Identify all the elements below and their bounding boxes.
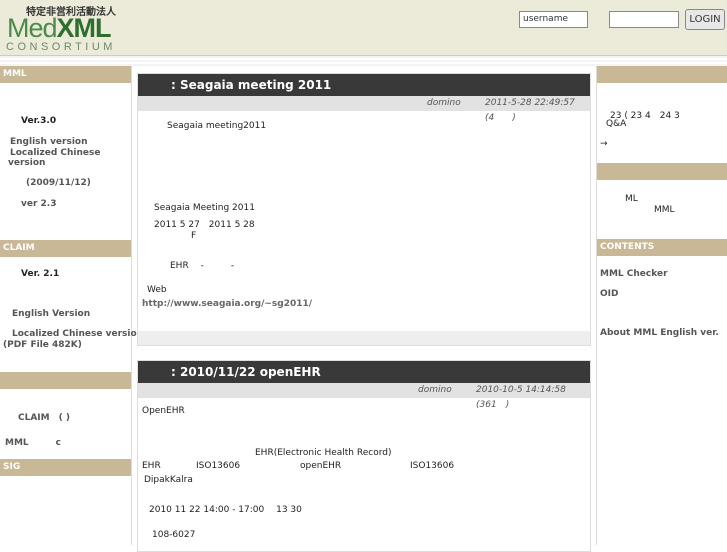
article-line: Web: [147, 285, 167, 295]
claim-pdf-size: (PDF File 482K): [3, 340, 82, 350]
sig-section-header: SIG: [0, 459, 131, 476]
article-line: DipakKalra: [144, 475, 193, 485]
article-date: 2010-10-5 14:14:58 (361 ): [476, 385, 566, 410]
mml-chinese-link[interactable]: Localized Chinese version: [8, 148, 123, 168]
article-footer: [138, 331, 590, 345]
claim-faq-link[interactable]: CLAIM ( ): [18, 410, 70, 423]
more-arrow-icon[interactable]: →: [600, 139, 608, 149]
mml-ver30-link[interactable]: Ver.3.0: [21, 116, 56, 126]
mml-checker-link[interactable]: MML Checker: [600, 269, 668, 279]
article-line: 2011 5 27 2011 5 28: [154, 220, 255, 230]
article-line: ISO13606: [410, 461, 455, 471]
logo-wordmark: MedXML: [7, 13, 112, 43]
ml-section-header: [597, 163, 727, 180]
mml-c-link[interactable]: MML c: [5, 435, 61, 448]
article-author[interactable]: domino: [418, 383, 452, 398]
login-button[interactable]: LOGIN: [685, 9, 725, 30]
news-section-header: [597, 66, 727, 83]
header-stripe: [0, 56, 727, 66]
article-line: F: [191, 231, 197, 241]
article-seagaia: : Seagaia meeting 2011 domino 2011-5-28 …: [137, 73, 591, 346]
article-openehr: : 2010/11/22 openEHR domino 2010-10-5 14…: [137, 360, 591, 552]
article-line: 2010 11 22 14:00 - 17:00 13 30: [149, 505, 302, 515]
article-line: 108-6027: [152, 530, 196, 540]
seagaia-url-link[interactable]: http://www.seagaia.org/~sg2011/: [142, 299, 312, 309]
about-mml-english-link[interactable]: About MML English ver.: [600, 328, 719, 338]
medxml-logo[interactable]: 特定非営利活動法人 MedXML CONSORTIUM: [4, 2, 139, 54]
ml-link[interactable]: ML: [625, 194, 638, 204]
password-input[interactable]: [609, 11, 679, 28]
article-meta: domino 2010-10-5 14:14:58 (361 ): [138, 383, 590, 410]
article-title[interactable]: : Seagaia meeting 2011: [138, 74, 590, 96]
article-line: ISO13606: [196, 461, 241, 471]
claim-ver21-link[interactable]: Ver. 2.1: [21, 269, 59, 279]
article-title[interactable]: : 2010/11/22 openEHR: [138, 361, 590, 383]
oid-link[interactable]: OID: [600, 289, 618, 299]
site-header: 特定非営利活動法人 MedXML CONSORTIUM username LOG…: [0, 0, 727, 56]
username-input[interactable]: username: [519, 11, 588, 28]
claim-english-link[interactable]: English Version: [12, 309, 90, 319]
mml-date: (2009/11/12): [26, 178, 91, 188]
article-date: 2011-5-28 22:49:57 (4 ): [485, 98, 575, 123]
mml-ver23-link[interactable]: ver 2.3: [21, 199, 57, 209]
left-sidebar: MML Ver.3.0 English version Localized Ch…: [0, 66, 143, 545]
claim-section-header: CLAIM: [0, 240, 131, 257]
article-line: EHR - -: [170, 261, 235, 271]
mml-english-link[interactable]: English version: [10, 137, 88, 147]
article-line: Seagaia meeting2011: [167, 121, 267, 131]
qa-link[interactable]: Q&A: [606, 119, 626, 129]
mml-link[interactable]: MML: [654, 205, 675, 215]
article-line: openEHR: [300, 461, 342, 471]
article-author[interactable]: domino: [427, 96, 461, 111]
contents-section-header: CONTENTS: [597, 239, 727, 256]
article-line: EHR(Electronic Health Record): [255, 448, 392, 458]
right-sidebar: 23 ( 23 4 24 3 Q&A → ML MML CONTENTS MML…: [596, 66, 727, 545]
logo-consortium: CONSORTIUM: [6, 41, 116, 53]
article-meta: domino 2011-5-28 22:49:57 (4 ): [138, 96, 590, 123]
article-line: OpenEHR: [142, 406, 185, 416]
mml-section-header: MML: [0, 66, 131, 83]
claim-chinese-link[interactable]: Localized Chinese version: [12, 329, 143, 339]
article-line: Seagaia Meeting 2011: [154, 203, 255, 213]
article-line: EHR: [142, 461, 161, 471]
blank-section-header: [0, 372, 131, 389]
